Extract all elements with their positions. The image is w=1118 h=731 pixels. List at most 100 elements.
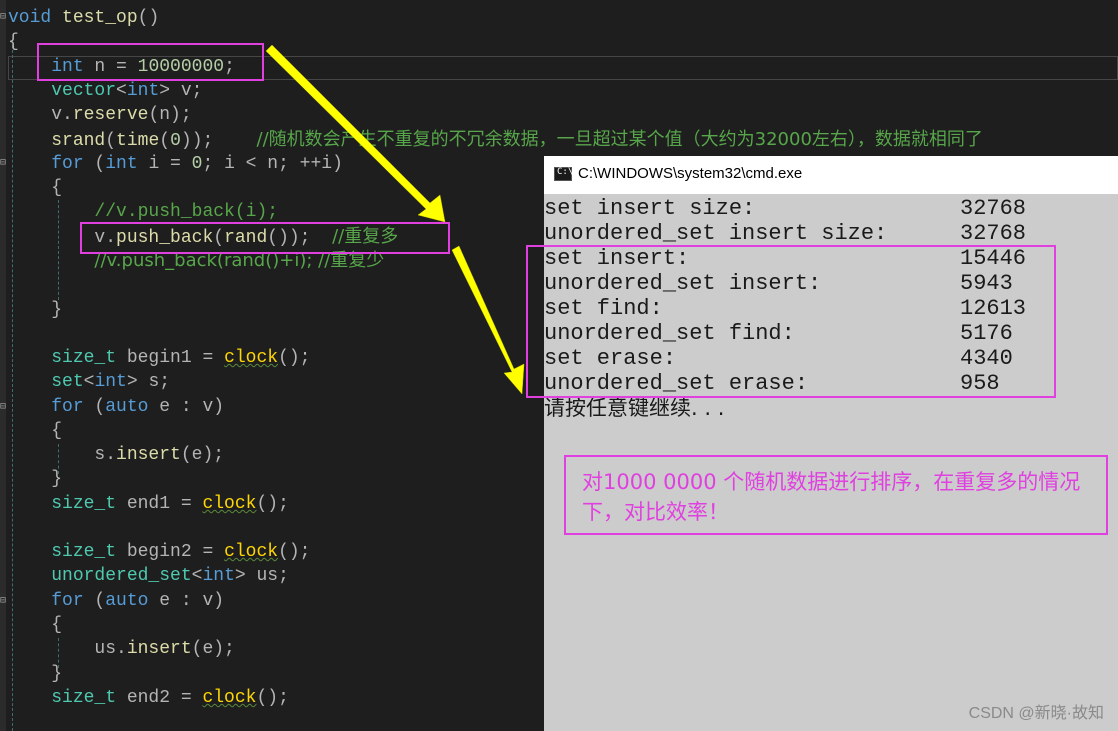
highlight-box-results xyxy=(526,245,1056,398)
code-token: size_t xyxy=(51,348,117,368)
editor-gutter xyxy=(0,0,6,731)
code-token: auto xyxy=(105,591,149,611)
code-token: size_t xyxy=(51,688,117,708)
fold-toggle-icon[interactable]: ⊟ xyxy=(0,158,6,170)
code-token: for xyxy=(51,397,84,417)
code-line[interactable]: } xyxy=(8,662,62,686)
code-token: (); xyxy=(278,348,311,368)
code-line[interactable]: } xyxy=(8,298,62,322)
code-token: begin1 = xyxy=(116,348,225,368)
code-token: (); xyxy=(256,688,289,708)
console-row-value: 32768 xyxy=(960,196,1027,221)
fold-toggle-icon[interactable]: ⊟ xyxy=(0,402,6,414)
code-line[interactable]: { xyxy=(8,176,62,200)
code-token: i = xyxy=(137,154,192,174)
code-token: void xyxy=(8,8,52,28)
console-prompt: 请按任意键继续. . . xyxy=(544,396,725,420)
code-line[interactable]: v.reserve(n); xyxy=(8,103,192,127)
cmd-icon: C:\ xyxy=(554,167,573,181)
code-token: > s; xyxy=(126,372,171,392)
code-line[interactable]: s.insert(e); xyxy=(8,443,224,467)
code-line[interactable]: for (auto e : v) xyxy=(8,395,224,419)
annotation-text: 对1000 0000 个随机数据进行排序，在重复多的情况下，对比效率！ xyxy=(582,470,1081,524)
console-row: set insert size: 32768 xyxy=(544,196,1026,221)
code-token: > v; xyxy=(159,81,203,101)
code-token: { xyxy=(8,421,63,441)
code-token: clock xyxy=(224,542,279,562)
code-token: 0 xyxy=(191,154,203,174)
code-token: insert xyxy=(126,639,192,659)
code-token: 0 xyxy=(170,131,181,151)
console-row-value: 32768 xyxy=(960,221,1027,246)
code-token: s. xyxy=(8,445,117,465)
code-token: ( xyxy=(83,397,106,417)
code-line[interactable]: vector<int> v; xyxy=(8,79,202,103)
fold-toggle-icon[interactable]: ⊟ xyxy=(0,596,6,608)
code-token: { xyxy=(8,178,63,198)
code-line[interactable]: srand(time(0)); //随机数会产生不重复的不冗余数据，一旦超过某个… xyxy=(8,128,983,152)
code-token: { xyxy=(8,615,63,635)
fold-toggle-icon[interactable]: ⊟ xyxy=(0,12,6,24)
code-line[interactable]: void test_op() xyxy=(8,6,159,30)
code-token: us. xyxy=(8,639,127,659)
code-line[interactable]: size_t begin2 = clock(); xyxy=(8,540,310,564)
code-line[interactable]: { xyxy=(8,419,62,443)
code-token: test_op xyxy=(62,8,138,28)
code-token: < xyxy=(83,372,95,392)
console-titlebar[interactable]: C:\ C:\WINDOWS\system32\cmd.exe xyxy=(544,156,1118,194)
code-token: ; i < n; ++i) xyxy=(202,154,343,174)
code-token: size_t xyxy=(51,542,117,562)
code-line[interactable]: for (auto e : v) xyxy=(8,589,224,613)
code-token: //随机数会产生不重复的不冗余数据，一旦超过某个值（大约为32000左右），数据… xyxy=(256,129,983,150)
code-token: (n); xyxy=(148,105,192,125)
code-token: } xyxy=(8,664,63,684)
code-token: (e); xyxy=(180,445,225,465)
code-token: (e); xyxy=(191,639,235,659)
code-token: e : v) xyxy=(148,591,225,611)
annotation-box: 对1000 0000 个随机数据进行排序，在重复多的情况下，对比效率！ xyxy=(564,455,1108,535)
screenshot: ⊟ ⊟ ⊟ ⊟ void test_op(){ int n = 10000000… xyxy=(0,0,1118,731)
highlight-box-n xyxy=(37,43,264,81)
code-token: for xyxy=(51,591,84,611)
code-line[interactable]: { xyxy=(8,613,62,637)
code-token: } xyxy=(8,300,63,320)
code-token: reserve xyxy=(72,105,149,125)
console-window[interactable]: C:\ C:\WINDOWS\system32\cmd.exe set inse… xyxy=(544,156,1118,731)
code-line[interactable]: unordered_set<int> us; xyxy=(8,564,289,588)
code-token: //v.push_back(i); xyxy=(94,202,279,222)
code-token: end1 = xyxy=(116,494,203,514)
console-row-label: unordered_set insert size: xyxy=(544,221,888,246)
code-token: time xyxy=(116,131,160,151)
code-token: clock xyxy=(202,688,257,708)
code-token: size_t xyxy=(51,494,117,514)
code-token: vector xyxy=(51,81,117,101)
code-token: int xyxy=(94,372,127,392)
code-token: insert xyxy=(116,445,181,465)
code-line[interactable]: size_t end1 = clock(); xyxy=(8,492,289,516)
code-token: (); xyxy=(256,494,289,514)
code-token: auto xyxy=(105,397,149,417)
code-line[interactable]: size_t end2 = clock(); xyxy=(8,686,289,710)
code-line[interactable]: //v.push_back(i); xyxy=(8,200,278,224)
code-token: < xyxy=(191,566,203,586)
code-line[interactable]: set<int> s; xyxy=(8,370,170,394)
code-line[interactable]: for (int i = 0; i < n; ++i) xyxy=(8,152,343,176)
watermark: CSDN @新晓·故知 xyxy=(968,705,1104,722)
code-line[interactable]: size_t begin1 = clock(); xyxy=(8,346,310,370)
code-token: int xyxy=(202,566,235,586)
code-token: ( xyxy=(159,131,171,151)
code-token: (); xyxy=(278,542,311,562)
code-line[interactable]: } xyxy=(8,467,62,491)
code-token: begin2 = xyxy=(116,542,225,562)
code-line[interactable]: us.insert(e); xyxy=(8,637,235,661)
code-line[interactable]: { xyxy=(8,30,19,54)
